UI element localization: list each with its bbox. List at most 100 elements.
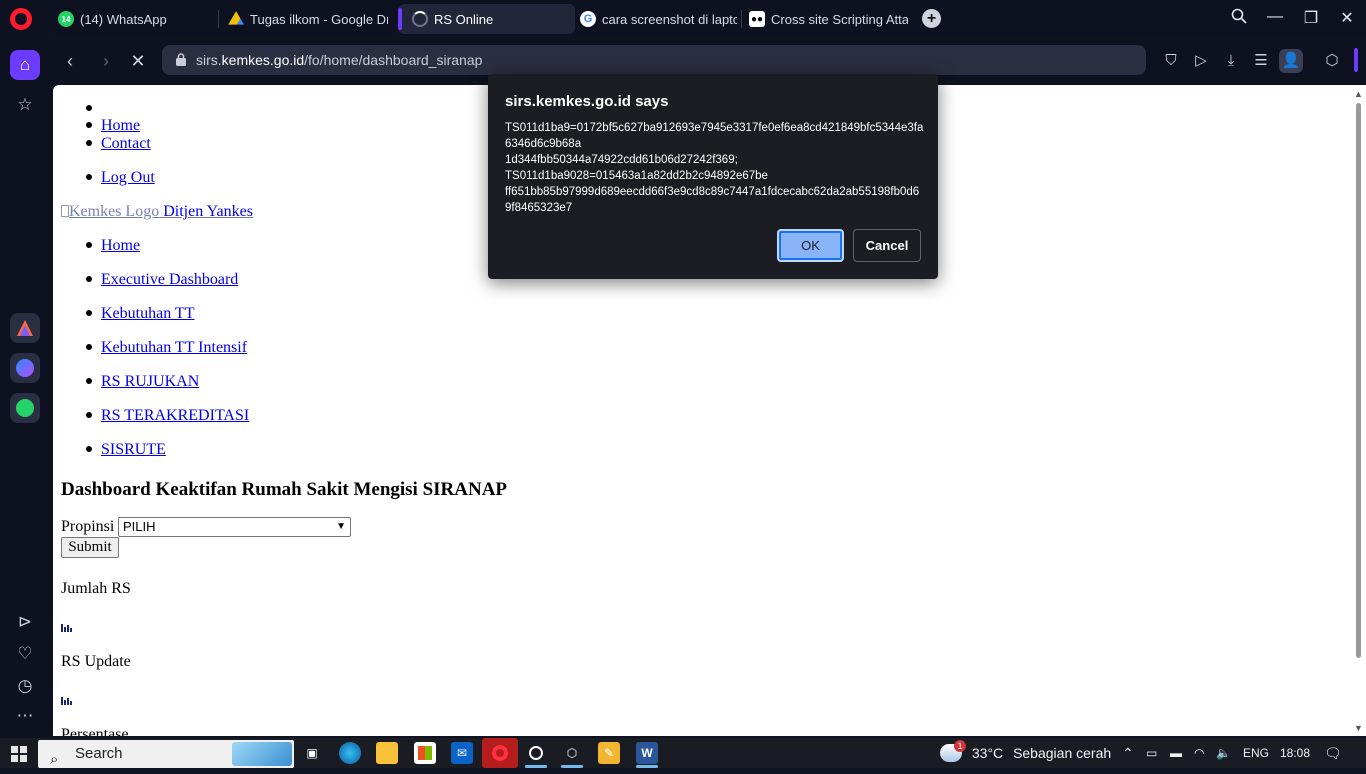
top-nav-home-link[interactable]: Home bbox=[101, 117, 140, 135]
menu-rs-rujukan-link[interactable]: RS RUJUKAN bbox=[101, 373, 199, 391]
meet-now-icon[interactable]: ▭ bbox=[1146, 738, 1157, 768]
scroll-thumb[interactable] bbox=[1356, 103, 1361, 658]
google-icon: G bbox=[580, 11, 596, 27]
taskbar-search[interactable]: ⌕ Search bbox=[38, 740, 294, 768]
word-icon[interactable]: W bbox=[636, 742, 658, 764]
list-bullet bbox=[86, 140, 92, 146]
url-field[interactable]: sirs.kemkes.go.id/fo/home/dashboard_sira… bbox=[162, 45, 1146, 75]
search-placeholder: Search bbox=[75, 745, 123, 762]
tab-medium[interactable]: ●● Cross site Scripting Attack bbox=[741, 4, 908, 34]
windows-start-icon[interactable] bbox=[11, 746, 27, 762]
close-window-button[interactable]: ✕ bbox=[1336, 8, 1358, 28]
cancel-button[interactable]: Cancel bbox=[853, 229, 921, 262]
player-icon[interactable]: ⊳ bbox=[10, 607, 40, 637]
opera-taskbar-icon[interactable] bbox=[482, 738, 518, 768]
more-icon[interactable]: ⋯ bbox=[10, 701, 40, 731]
menu-executive-dashboard-link[interactable]: Executive Dashboard bbox=[101, 271, 238, 289]
clock[interactable]: 18:08 bbox=[1280, 738, 1310, 768]
download-icon[interactable]: ⤓ bbox=[1219, 49, 1243, 73]
ok-button[interactable]: OK bbox=[777, 229, 844, 262]
menu-sisrute-link[interactable]: SISRUTE bbox=[101, 441, 166, 459]
brand-name: Ditjen Yankes bbox=[163, 203, 253, 220]
scroll-up-icon[interactable]: ▲ bbox=[1354, 89, 1363, 99]
list-bullet bbox=[86, 344, 92, 350]
broken-image-icon bbox=[61, 205, 69, 217]
search-tabs-icon[interactable] bbox=[1228, 8, 1250, 29]
google-drive-icon bbox=[228, 11, 244, 25]
list-bullet bbox=[86, 105, 92, 111]
easy-setup-icon[interactable]: ☰ bbox=[1249, 49, 1273, 73]
tab-whatsapp[interactable]: 14 (14) WhatsApp bbox=[50, 4, 215, 34]
back-button[interactable]: ‹ bbox=[58, 49, 82, 73]
send-icon[interactable]: ▷ bbox=[1189, 49, 1213, 73]
loading-icon bbox=[412, 11, 428, 27]
weather-badge: 1 bbox=[954, 740, 966, 752]
minimize-button[interactable]: — bbox=[1264, 8, 1286, 26]
url-prefix: sirs. bbox=[196, 52, 222, 68]
menu-kebutuhan-tt-intensif-link[interactable]: Kebutuhan TT Intensif bbox=[101, 339, 247, 357]
tab-separator bbox=[218, 10, 219, 28]
dialog-title: sirs.kemkes.go.id says bbox=[505, 93, 669, 110]
list-bullet bbox=[86, 412, 92, 418]
whatsapp-sidebar-icon[interactable] bbox=[10, 393, 40, 423]
home-icon[interactable]: ⌂ bbox=[10, 50, 40, 80]
new-tab-button[interactable]: + bbox=[922, 9, 941, 28]
forward-button[interactable]: › bbox=[94, 49, 118, 73]
volume-icon[interactable]: 🔈 bbox=[1216, 738, 1231, 768]
file-explorer-icon[interactable] bbox=[376, 742, 398, 764]
notifications-icon[interactable]: 🗨 bbox=[1324, 738, 1342, 768]
submit-button[interactable]: Submit bbox=[61, 537, 119, 558]
top-nav-contact-link[interactable]: Contact bbox=[101, 135, 151, 153]
messenger-icon[interactable] bbox=[10, 353, 40, 383]
list-bullet bbox=[86, 122, 92, 128]
shield-icon[interactable]: ⛉ bbox=[1159, 49, 1183, 73]
edge-icon[interactable] bbox=[339, 742, 361, 764]
stop-loading-button[interactable]: ✕ bbox=[126, 49, 150, 73]
search-icon: ⌕ bbox=[50, 751, 59, 768]
cube-app-icon[interactable]: ⬡ bbox=[561, 742, 583, 764]
tab-google-drive[interactable]: Tugas ilkom - Google Drive bbox=[220, 4, 388, 34]
menu-home-link[interactable]: Home bbox=[101, 237, 140, 255]
heart-icon[interactable]: ♡ bbox=[10, 639, 40, 669]
store-icon[interactable] bbox=[414, 742, 436, 764]
profile-icon[interactable]: 👤 bbox=[1279, 49, 1303, 73]
stat-rs-update-label: RS Update bbox=[61, 653, 131, 670]
alert-dialog: sirs.kemkes.go.id says TS011d1ba9=0172bf… bbox=[488, 74, 938, 279]
battery-icon[interactable]: ▬ bbox=[1170, 738, 1182, 768]
star-icon[interactable]: ☆ bbox=[10, 90, 40, 120]
menu-kebutuhan-tt-link[interactable]: Kebutuhan TT bbox=[101, 305, 194, 323]
logout-link[interactable]: Log Out bbox=[101, 169, 155, 187]
task-view-icon[interactable]: ▣ bbox=[301, 742, 323, 764]
list-bullet bbox=[86, 446, 92, 452]
mail-icon[interactable]: ✉ bbox=[451, 742, 473, 764]
scroll-down-icon[interactable]: ▼ bbox=[1354, 723, 1363, 733]
windows-taskbar: ⌕ Search ▣ ✉ ⬡ ✎ W 1 33°C Sebagian cerah… bbox=[0, 738, 1366, 768]
url-host: kemkes.go.id bbox=[221, 52, 305, 68]
list-bullet bbox=[86, 378, 92, 384]
opera-gx-icon[interactable] bbox=[525, 742, 547, 764]
propinsi-select[interactable]: PILIH ▼ bbox=[118, 517, 351, 537]
wifi-icon[interactable]: ◠ bbox=[1194, 738, 1204, 768]
page-title: Dashboard Keaktifan Rumah Sakit Mengisi … bbox=[61, 479, 508, 500]
aria-icon[interactable] bbox=[10, 313, 40, 343]
browser-tab-strip: 14 (14) WhatsApp Tugas ilkom - Google Dr… bbox=[0, 0, 1366, 38]
extensions-icon[interactable]: ⬡ bbox=[1320, 49, 1344, 73]
brand-link[interactable]: Kemkes Logo Ditjen Yankes bbox=[61, 203, 253, 221]
tab-google-search[interactable]: G cara screenshot di laptop bbox=[572, 4, 737, 34]
history-icon[interactable]: ◷ bbox=[10, 671, 40, 701]
language-indicator[interactable]: ENG bbox=[1243, 738, 1269, 768]
tab-rs-online[interactable]: RS Online bbox=[398, 4, 575, 34]
bar-chart-icon bbox=[61, 624, 72, 632]
tab-label: RS Online bbox=[434, 11, 494, 27]
toolbar-accent bbox=[1354, 48, 1358, 72]
menu-rs-terakreditasi-link[interactable]: RS TERAKREDITASI bbox=[101, 407, 249, 425]
restore-button[interactable]: ❐ bbox=[1300, 8, 1322, 28]
pencil-app-icon[interactable]: ✎ bbox=[598, 742, 620, 764]
show-hidden-icons-button[interactable]: ⌃ bbox=[1122, 738, 1134, 768]
opera-logo-icon[interactable] bbox=[10, 8, 32, 30]
weather-widget[interactable]: 1 33°C Sebagian cerah bbox=[940, 738, 1111, 768]
logo-alt-text: Kemkes Logo bbox=[69, 203, 160, 220]
weather-text: Sebagian cerah bbox=[1013, 745, 1112, 761]
page-scrollbar[interactable]: ▲ ▼ bbox=[1353, 85, 1366, 736]
stat-persentase-label: Persentase bbox=[61, 726, 129, 736]
